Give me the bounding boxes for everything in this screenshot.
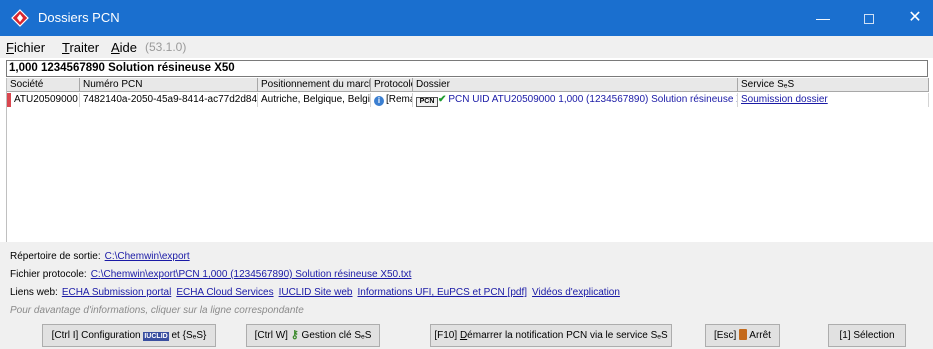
dossier-filename: PCN UID ATU20509000 1,000 (1234567890) S… [448,94,738,105]
config-label: Configuration [81,330,141,341]
dossier-table: Société Numéro PCN Positionnement du mar… [6,78,929,242]
echa-submission-link[interactable]: ECHA Submission portal [62,287,172,298]
info-icon: i [374,96,384,106]
menu-fichier[interactable]: Fichier [6,40,45,55]
key-label: Gestion clé SₑS [301,330,372,341]
web-links-label: Liens web: [10,287,58,298]
info-panel: Répertoire de sortie: C:\Chemwin\export F… [0,242,933,320]
cell-service[interactable]: Soumission dossier [738,93,929,107]
output-dir-label: Répertoire de sortie: [10,251,101,262]
key-shortcut: [Ctrl W] [254,330,288,341]
selection-heading: 1,000 1234567890 Solution résineuse X50 [6,60,928,77]
cell-dossier[interactable]: PCN ✔ PCN UID ATU20509000 1,000 (123456789… [413,93,738,107]
protocole-text: [Rema [386,94,413,105]
config-button[interactable]: [Ctrl I] Configuration IUCLID et {SₑS} [42,324,216,347]
check-icon: ✔ [438,94,447,105]
ufi-info-link[interactable]: Informations UFI, EuPCS et PCN [pdf] [358,287,528,298]
exit-door-icon [739,329,748,340]
stop-label: Arrêt [749,330,771,341]
stop-shortcut: [Esc] [714,330,737,341]
start-shortcut: [F10] [434,330,458,341]
column-header-positionnement[interactable]: Positionnement du marché [258,78,371,92]
menu-bar: Fichier Traiter Aide (53.1.0) [0,36,933,58]
config-shortcut: [Ctrl I] [51,330,79,341]
menu-aide-rest: ide [119,40,138,55]
app-logo-icon [11,9,29,27]
maximize-button[interactable] [846,0,892,36]
column-header-numero-pcn[interactable]: Numéro PCN [80,78,258,92]
protocol-file-label: Fichier protocole: [10,269,87,280]
echa-cloud-link[interactable]: ECHA Cloud Services [176,287,273,298]
maximize-icon [864,14,874,25]
protocol-file-link[interactable]: C:\Chemwin\export\PCN 1,000 (1234567890)… [91,269,412,280]
menu-fichier-rest: ichier [13,40,46,55]
iuclid-site-link[interactable]: IUCLID Site web [279,287,353,298]
column-header-service[interactable]: Service SₑS [738,78,929,92]
selection-button[interactable]: [1] Sélection [828,324,906,347]
soumission-dossier-link[interactable]: Soumission dossier [741,94,828,105]
version-label: (53.1.0) [145,40,187,54]
cell-societe[interactable]: ATU20509000 [11,93,80,107]
close-button[interactable]: ✕ [892,0,933,36]
menu-traiter[interactable]: Traiter [62,40,99,55]
output-dir-link[interactable]: C:\Chemwin\export [105,251,190,262]
menu-aide[interactable]: Aide [111,40,137,55]
column-header-protocole[interactable]: Protocole [371,78,413,92]
videos-link[interactable]: Vidéos d'explication [532,287,620,298]
window-titlebar: Dossiers PCN — ✕ [0,0,933,36]
window-title: Dossiers PCN [38,10,120,25]
protocol-file-line: Fichier protocole: C:\Chemwin\export\PCN … [10,269,416,280]
iuclid-logo-icon: IUCLID [143,332,169,341]
config-label-post: et {SₑS} [171,330,207,341]
key-icon: ⚷ [290,329,299,341]
key-management-button[interactable]: [Ctrl W] ⚷ Gestion clé SₑS [246,324,380,347]
start-label: émarrer la notification PCN via le servi… [467,330,668,341]
web-links-line: Liens web: ECHA Submission portal ECHA Clo… [10,287,625,298]
button-bar: [Ctrl I] Configuration IUCLID et {SₑS} [… [0,320,933,349]
minimize-button[interactable]: — [800,0,846,36]
stop-button[interactable]: [Esc] Arrêt [705,324,780,347]
hint-text: Pour davantage d'informations, cliquer s… [10,305,304,316]
pcn-file-icon: PCN [416,97,438,107]
cell-numero-pcn[interactable]: 7482140a-2050-45a9-8414-ac77d2d845b8 [80,93,258,107]
output-dir-line: Répertoire de sortie: C:\Chemwin\export [10,251,195,262]
menu-traiter-rest: raiter [69,40,100,55]
cell-protocole[interactable]: i [Rema [371,93,413,107]
cell-positionnement[interactable]: Autriche, Belgique, Belgi [258,93,371,107]
column-header-dossier[interactable]: Dossier [413,78,738,92]
start-notification-button[interactable]: [F10] Démarrer la notification PCN via l… [430,324,672,347]
column-header-societe[interactable]: Société [7,78,80,92]
